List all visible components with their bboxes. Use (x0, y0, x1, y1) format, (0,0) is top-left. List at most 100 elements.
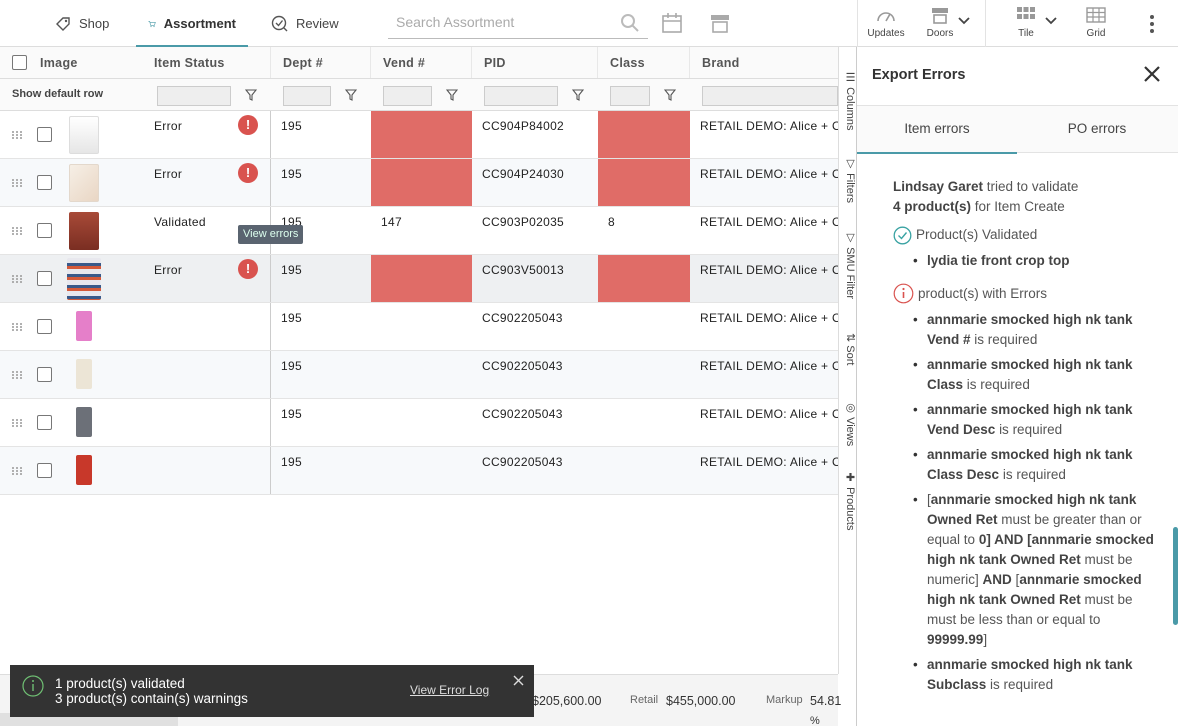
side-tab-views[interactable]: ◎ Views (839, 401, 857, 446)
brand-cell[interactable]: RETAIL DEMO: Alice + Olivia (690, 159, 838, 206)
filter-icon[interactable] (446, 89, 458, 101)
class-cell[interactable] (598, 447, 690, 494)
dept-cell[interactable]: 195 (271, 351, 371, 398)
product-image[interactable] (76, 407, 92, 437)
product-image[interactable] (76, 311, 92, 341)
side-tab-products[interactable]: ✚ Products (839, 471, 857, 530)
brand-cell[interactable]: RETAIL DEMO: Alice + Olivia (690, 351, 838, 398)
panel-scrollbar[interactable] (1173, 527, 1178, 625)
class-cell[interactable]: 8 (598, 207, 690, 254)
dept-cell[interactable]: 195 (271, 255, 371, 302)
pid-cell[interactable]: CC902205043 (472, 303, 598, 350)
row-checkbox[interactable] (37, 319, 52, 334)
row-checkbox[interactable] (37, 463, 52, 478)
product-image[interactable] (67, 258, 101, 300)
side-tab-filters[interactable]: ▽ Filters (839, 157, 857, 203)
calendar-icon[interactable] (661, 12, 683, 34)
drag-handle-icon[interactable] (11, 418, 23, 428)
class-cell[interactable] (598, 351, 690, 398)
class-cell[interactable] (598, 399, 690, 446)
select-all-checkbox[interactable] (12, 55, 27, 70)
store-icon[interactable] (709, 12, 731, 34)
chevron-down-icon[interactable] (958, 17, 970, 25)
row-checkbox[interactable] (37, 271, 52, 286)
table-row[interactable]: Error ! 195 CC903V50013 RETAIL DEMO: Ali… (0, 255, 838, 303)
close-icon[interactable] (513, 675, 524, 686)
vend-cell[interactable] (371, 447, 472, 494)
table-row[interactable]: 195 CC902205043 RETAIL DEMO: Alice + Oli… (0, 399, 838, 447)
pid-cell[interactable]: CC903V50013 (472, 255, 598, 302)
status-filter-input[interactable] (157, 86, 231, 106)
column-header-dept[interactable]: Dept # (273, 47, 371, 78)
drag-handle-icon[interactable] (11, 274, 23, 284)
vend-cell[interactable] (371, 399, 472, 446)
drag-handle-icon[interactable] (11, 322, 23, 332)
class-cell[interactable] (598, 303, 690, 350)
pid-cell[interactable]: CC904P24030 (472, 159, 598, 206)
product-image[interactable] (69, 116, 99, 154)
brand-filter-input[interactable] (702, 86, 838, 106)
tab-item-errors[interactable]: Item errors (857, 106, 1017, 154)
pid-cell[interactable]: CC903P02035 (472, 207, 598, 254)
dept-cell[interactable]: 195 (271, 447, 371, 494)
show-default-row-label[interactable]: Show default row (12, 88, 103, 100)
column-header-item-status[interactable]: Item Status (144, 47, 271, 78)
table-row[interactable]: Error ! 195 CC904P24030 RETAIL DEMO: Ali… (0, 159, 838, 207)
dept-cell[interactable]: 195 (271, 111, 371, 158)
side-tab-columns[interactable]: ☰ Columns (839, 71, 857, 130)
vend-cell[interactable] (371, 351, 472, 398)
drag-handle-icon[interactable] (11, 370, 23, 380)
dept-cell[interactable]: 195 (271, 399, 371, 446)
row-checkbox[interactable] (37, 367, 52, 382)
column-header-brand[interactable]: Brand (692, 47, 838, 78)
side-tab-smu-filter[interactable]: ▽ SMU Filter (839, 231, 857, 299)
dept-filter-input[interactable] (283, 86, 331, 106)
product-image[interactable] (69, 164, 99, 202)
filter-icon[interactable] (345, 89, 357, 101)
column-header-image[interactable]: Image (30, 47, 144, 78)
close-icon[interactable] (1143, 65, 1161, 83)
pid-cell[interactable]: CC904P84002 (472, 111, 598, 158)
table-row[interactable]: Validated 195 147 CC903P02035 8 RETAIL D… (0, 207, 838, 255)
drag-handle-icon[interactable] (11, 178, 23, 188)
brand-cell[interactable]: RETAIL DEMO: Alice + Olivia (690, 207, 838, 254)
column-header-vend[interactable]: Vend # (373, 47, 472, 78)
tab-review[interactable]: Review (271, 0, 339, 47)
filter-icon[interactable] (664, 89, 676, 101)
search-input[interactable] (388, 8, 608, 36)
view-error-log-link[interactable]: View Error Log (410, 683, 489, 697)
row-checkbox[interactable] (37, 415, 52, 430)
more-vertical-icon[interactable] (1148, 14, 1156, 34)
side-tab-sort[interactable]: ⇅ Sort (839, 333, 857, 365)
vend-cell[interactable] (371, 159, 472, 206)
table-row[interactable]: Error ! 195 CC904P84002 RETAIL DEMO: Ali… (0, 111, 838, 159)
vend-cell[interactable] (371, 303, 472, 350)
class-cell[interactable] (598, 111, 690, 158)
drag-handle-icon[interactable] (11, 466, 23, 476)
brand-cell[interactable]: RETAIL DEMO: Alice + Olivia (690, 255, 838, 302)
product-image[interactable] (76, 359, 92, 389)
brand-cell[interactable]: RETAIL DEMO: Alice + Olivia (690, 447, 838, 494)
vend-cell[interactable]: 147 (371, 207, 472, 254)
vend-cell[interactable] (371, 111, 472, 158)
pid-cell[interactable]: CC902205043 (472, 447, 598, 494)
brand-cell[interactable]: RETAIL DEMO: Alice + Olivia (690, 399, 838, 446)
class-cell[interactable] (598, 255, 690, 302)
doors-button[interactable]: Doors (920, 6, 960, 39)
vend-filter-input[interactable] (383, 86, 432, 106)
updates-button[interactable]: Updates (866, 6, 906, 39)
dept-cell[interactable]: 195 (271, 159, 371, 206)
filter-icon[interactable] (572, 89, 584, 101)
brand-cell[interactable]: RETAIL DEMO: Alice + Olivia (690, 111, 838, 158)
dept-cell[interactable]: 195 (271, 303, 371, 350)
error-icon[interactable]: ! (238, 115, 258, 135)
tab-assortment[interactable]: Assortment (136, 0, 248, 47)
pid-cell[interactable]: CC902205043 (472, 399, 598, 446)
error-icon[interactable]: ! (238, 259, 258, 279)
class-filter-input[interactable] (610, 86, 650, 106)
grid-button[interactable]: Grid (1076, 6, 1116, 39)
search-icon[interactable] (620, 13, 640, 33)
filter-icon[interactable] (245, 89, 257, 101)
row-checkbox[interactable] (37, 175, 52, 190)
product-image[interactable] (69, 212, 99, 250)
